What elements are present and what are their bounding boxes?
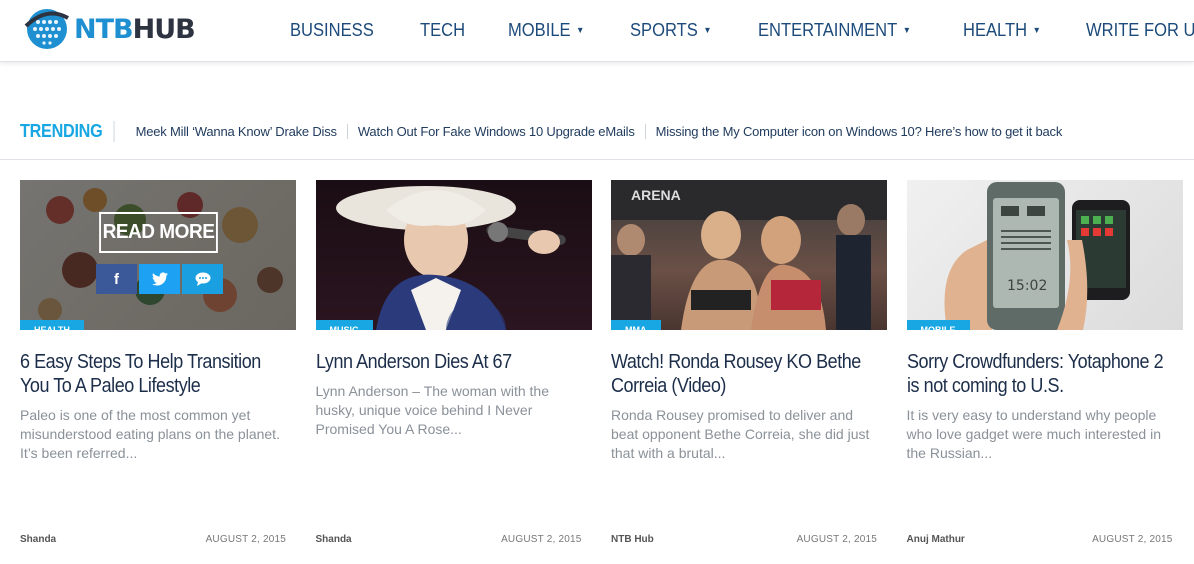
nav-item-sports[interactable]: SPORTS ▼ bbox=[630, 20, 712, 41]
article-date: AUGUST 2, 2015 bbox=[1092, 534, 1173, 545]
article-author[interactable]: Shanda bbox=[316, 534, 352, 545]
phones-image: 15:02 bbox=[944, 182, 1130, 330]
hover-overlay bbox=[20, 180, 296, 330]
facebook-icon[interactable]: f bbox=[96, 264, 137, 294]
article-excerpt: It is very easy to understand why people… bbox=[906, 407, 1161, 461]
article-card: 15:02 MOBILE Sorry Crowdfunders: Yotapho… bbox=[906, 180, 1183, 560]
article-excerpt: Paleo is one of the most common yet misu… bbox=[20, 407, 280, 461]
article-card: MUSIC Lynn Anderson Dies At 67 Lynn Ande… bbox=[315, 180, 592, 560]
caret-down-icon: ▼ bbox=[902, 25, 911, 35]
trending-link[interactable]: Meek Mill ‘Wanna Know’ Drake Diss bbox=[136, 123, 348, 139]
logo-hub: HUB bbox=[132, 13, 196, 45]
logo-wordmark: NTBHUB bbox=[74, 13, 196, 45]
article-meta: NTB Hub AUGUST 2, 2015 bbox=[611, 534, 877, 545]
category-badge[interactable]: MMA bbox=[611, 320, 661, 330]
article-thumbnail[interactable]: ARENA MMA bbox=[611, 180, 887, 330]
article-date: AUGUST 2, 2015 bbox=[796, 534, 877, 545]
article-card: ARENA MMA Watch! Ronda Rousey KO Bethe C… bbox=[611, 180, 887, 560]
singer-image bbox=[335, 186, 566, 330]
nav-item-business[interactable]: BUSINESS bbox=[290, 20, 374, 41]
site-logo[interactable]: NTBHUB bbox=[22, 5, 238, 53]
article-meta: Shanda AUGUST 2, 2015 bbox=[20, 534, 286, 545]
category-badge[interactable]: HEALTH bbox=[20, 320, 84, 330]
caret-down-icon: ▼ bbox=[1032, 25, 1041, 35]
read-more-button[interactable]: READ MORE bbox=[99, 212, 218, 253]
nav-item-label: TECH bbox=[420, 19, 466, 40]
category-badge[interactable]: MUSIC bbox=[315, 320, 373, 330]
article-author[interactable]: Shanda bbox=[20, 534, 56, 545]
fighters-image: ARENA bbox=[611, 180, 887, 330]
nav-item-label: MOBILE bbox=[508, 19, 571, 40]
nav-item-label: ENTERTAINMENT bbox=[757, 19, 897, 40]
svg-text:ARENA: ARENA bbox=[631, 187, 681, 203]
nav-item-entertainment[interactable]: ENTERTAINMENT ▼ bbox=[758, 20, 911, 41]
article-title[interactable]: 6 Easy Steps To Help Transition You To A… bbox=[20, 350, 290, 398]
article-meta: Shanda AUGUST 2, 2015 bbox=[316, 534, 582, 545]
nav-item-mobile[interactable]: MOBILE ▼ bbox=[508, 20, 584, 41]
nav-item-health[interactable]: HEALTH ▼ bbox=[963, 20, 1041, 41]
trending-link[interactable]: Missing the My Computer icon on Windows … bbox=[656, 124, 1073, 139]
article-grid: READ MORE f HEALTH 6 Easy Steps To Help … bbox=[20, 180, 1194, 560]
nav-item-write-for-us[interactable]: WRITE FOR US bbox=[1086, 20, 1194, 41]
article-author[interactable]: NTB Hub bbox=[611, 534, 654, 545]
globe-logo-icon bbox=[24, 9, 69, 49]
comment-icon[interactable] bbox=[182, 264, 223, 294]
article-card: READ MORE f HEALTH 6 Easy Steps To Help … bbox=[20, 180, 296, 560]
caret-down-icon: ▼ bbox=[576, 25, 585, 35]
logo-ntb: NTB bbox=[74, 13, 134, 45]
article-excerpt: Ronda Rousey promised to deliver and bea… bbox=[611, 407, 870, 461]
section-divider bbox=[0, 159, 1194, 160]
category-badge[interactable]: MOBILE bbox=[906, 320, 970, 330]
nav-item-label: SPORTS bbox=[629, 19, 698, 40]
trending-bar: TRENDING Meek Mill ‘Wanna Know’ Drake Di… bbox=[0, 112, 1194, 150]
nav-item-label: HEALTH bbox=[962, 19, 1027, 40]
trending-label: TRENDING bbox=[20, 120, 115, 142]
article-thumbnail[interactable]: MUSIC bbox=[315, 180, 592, 330]
caret-down-icon: ▼ bbox=[703, 25, 712, 35]
article-author[interactable]: Anuj Mathur bbox=[907, 534, 965, 545]
article-title[interactable]: Lynn Anderson Dies At 67 bbox=[316, 350, 586, 374]
article-meta: Anuj Mathur AUGUST 2, 2015 bbox=[907, 534, 1173, 545]
main-nav: BUSINESS TECH MOBILE ▼ SPORTS ▼ ENTERTAINMENT ▼… bbox=[290, 0, 1194, 60]
twitter-icon[interactable] bbox=[139, 264, 180, 294]
nav-item-tech[interactable]: TECH bbox=[420, 20, 465, 41]
article-excerpt: Lynn Anderson – The woman with the husky… bbox=[315, 383, 549, 437]
svg-text:15:02: 15:02 bbox=[1007, 278, 1047, 294]
nav-item-label: BUSINESS bbox=[290, 19, 374, 40]
article-date: AUGUST 2, 2015 bbox=[501, 534, 582, 545]
article-date: AUGUST 2, 2015 bbox=[205, 534, 286, 545]
article-title[interactable]: Watch! Ronda Rousey KO Bethe Correia (Vi… bbox=[611, 350, 881, 398]
nav-item-label: WRITE FOR US bbox=[1086, 19, 1194, 40]
article-thumbnail[interactable]: 15:02 MOBILE bbox=[906, 180, 1183, 330]
article-title[interactable]: Sorry Crowdfunders: Yotaphone 2 is not c… bbox=[907, 350, 1177, 398]
site-header: NTBHUB BUSINESS TECH MOBILE ▼ SPORTS ▼ ENTERTA… bbox=[0, 0, 1194, 62]
article-thumbnail[interactable]: READ MORE f HEALTH bbox=[20, 180, 296, 330]
trending-link[interactable]: Watch Out For Fake Windows 10 Upgrade eM… bbox=[358, 123, 646, 139]
